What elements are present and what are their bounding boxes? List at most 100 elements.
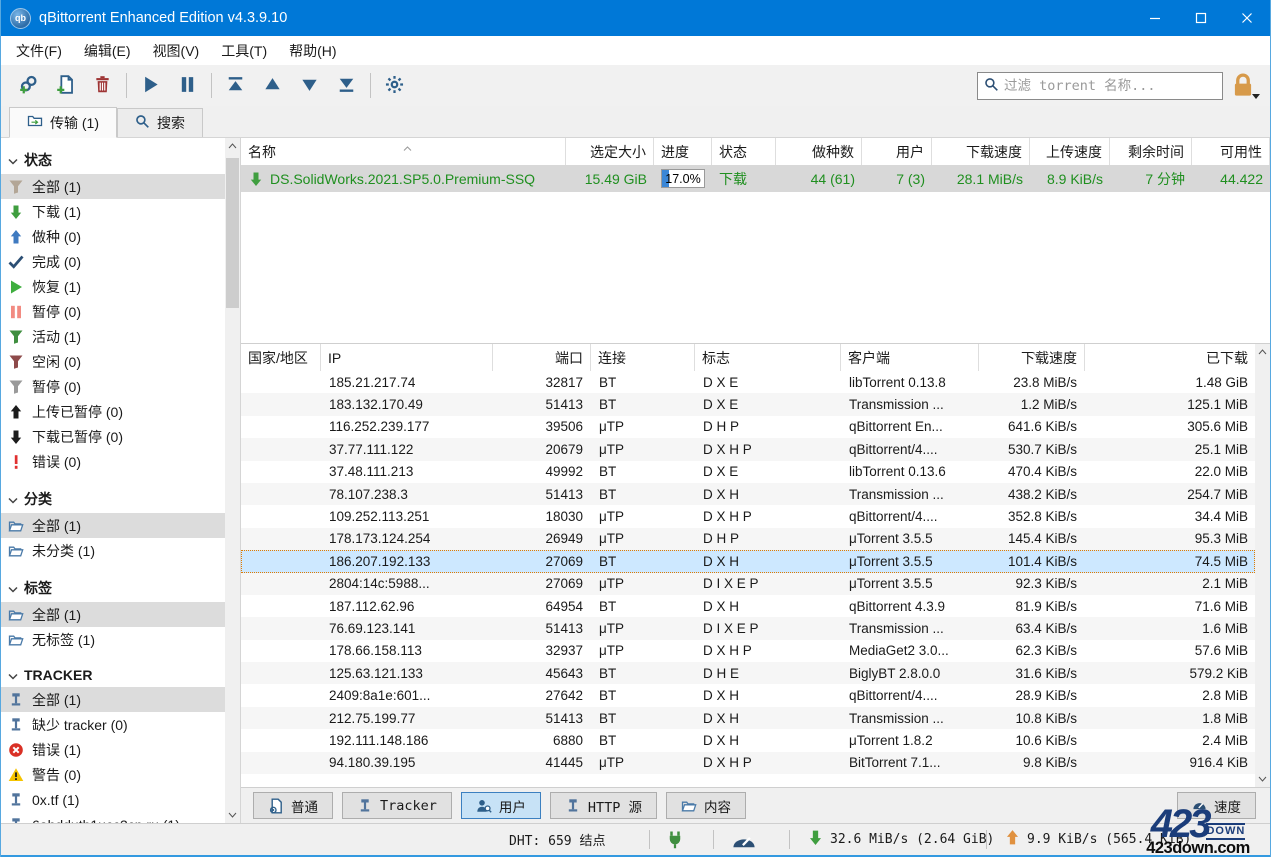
sidebar-scrollbar[interactable] — [225, 138, 240, 823]
peer-row[interactable]: 37.77.111.12220679μTPD X H PqBittorrent/… — [241, 438, 1255, 460]
sidebar-item-filter-active[interactable]: 活动 (1) — [1, 324, 226, 349]
menu-item-1[interactable]: 编辑(E) — [73, 37, 142, 65]
peer-row[interactable]: 186.207.192.13327069BTD X HμTorrent 3.5.… — [241, 550, 1255, 572]
move-down-button[interactable] — [291, 70, 328, 101]
sidebar-item-filter-paused[interactable]: 暂停 (0) — [1, 299, 226, 324]
sidebar-item-filter-completed[interactable]: 完成 (0) — [1, 249, 226, 274]
sidebar-item-filter-inactive[interactable]: 空闲 (0) — [1, 349, 226, 374]
peer-row[interactable]: 183.132.170.4951413BTD X ETransmission .… — [241, 393, 1255, 415]
sidebar-item-filter-stalled-downloading[interactable]: 下载已暂停 (0) — [1, 424, 226, 449]
peer-row[interactable]: 78.107.238.351413BTD X HTransmission ...… — [241, 483, 1255, 505]
sidebar-item-tracker-error[interactable]: 错误 (1) — [1, 737, 226, 762]
tab-general[interactable]: 普通 — [253, 792, 333, 819]
peer-scroll-down-icon[interactable] — [1255, 771, 1270, 787]
delete-button[interactable] — [84, 70, 121, 101]
pause-button[interactable] — [169, 70, 206, 101]
menu-item-0[interactable]: 文件(F) — [5, 37, 73, 65]
peer-scrollbar[interactable] — [1255, 344, 1270, 787]
tab-trackers[interactable]: Tracker — [342, 792, 452, 819]
sidebar-item-category-all[interactable]: 全部 (1) — [1, 513, 226, 538]
torrent-column-status[interactable]: 状态 — [712, 138, 776, 165]
peer-row[interactable]: 187.112.62.9664954BTD X HqBittorrent 4.3… — [241, 595, 1255, 617]
menu-item-2[interactable]: 视图(V) — [142, 37, 211, 65]
sidebar-item-tracker-trackerless[interactable]: 缺少 tracker (0) — [1, 712, 226, 737]
peer-row[interactable]: 2804:14c:5988...27069μTPD I X E PμTorren… — [241, 573, 1255, 595]
minimize-button[interactable] — [1132, 0, 1178, 36]
lock-button[interactable] — [1225, 70, 1261, 101]
peer-row[interactable]: 109.252.113.25118030μTPD X H PqBittorren… — [241, 505, 1255, 527]
torrent-column-avail[interactable]: 可用性 — [1192, 138, 1270, 165]
peer-row[interactable]: 37.48.111.21349992BTD X ElibTorrent 0.13… — [241, 461, 1255, 483]
resume-button[interactable] — [132, 70, 169, 101]
peer-scroll-up-icon[interactable] — [1255, 344, 1270, 360]
sidebar-scroll-thumb[interactable] — [226, 158, 239, 308]
connection-status-plug-icon[interactable] — [665, 824, 685, 855]
tab-search[interactable]: 搜索 — [117, 108, 203, 137]
options-button[interactable] — [376, 70, 413, 101]
add-torrent-link-button[interactable] — [10, 70, 47, 101]
add-torrent-file-button[interactable] — [47, 70, 84, 101]
tab-peers[interactable]: 用户 — [461, 792, 541, 819]
move-up-button[interactable] — [254, 70, 291, 101]
torrent-column-eta[interactable]: 剩余时间 — [1110, 138, 1192, 165]
peer-row[interactable]: 116.252.239.17739506μTPD H PqBittorrent … — [241, 416, 1255, 438]
menu-item-3[interactable]: 工具(T) — [210, 37, 278, 65]
peer-row[interactable]: 178.173.124.25426949μTPD H PμTorrent 3.5… — [241, 528, 1255, 550]
sidebar-section-tag-section[interactable]: 标签 — [1, 572, 226, 602]
titlebar[interactable]: qb qBittorrent Enhanced Edition v4.3.9.1… — [1, 0, 1270, 36]
peer-row[interactable]: 192.111.148.1866880BTD X HμTorrent 1.8.2… — [241, 729, 1255, 751]
scroll-down-icon[interactable] — [225, 807, 240, 823]
peer-row[interactable]: 185.21.217.7432817BTD X ElibTorrent 0.13… — [241, 371, 1255, 393]
alt-speed-gauge-icon[interactable] — [731, 824, 757, 855]
sidebar-item-filter-all[interactable]: 全部 (1) — [1, 174, 226, 199]
sidebar-section-category-section[interactable]: 分类 — [1, 483, 226, 513]
sidebar-item-filter-errored[interactable]: 错误 (0) — [1, 449, 226, 474]
torrent-filter-input[interactable] — [1004, 78, 1216, 94]
maximize-button[interactable] — [1178, 0, 1224, 36]
peer-row[interactable]: 94.180.39.19541445μTPD X H PBitTorrent 7… — [241, 752, 1255, 774]
peer-column-flags[interactable]: 标志 — [695, 344, 841, 371]
sidebar-item-tracker-0x-tf[interactable]: 0x.tf (1) — [1, 787, 226, 812]
tab-transfers[interactable]: 传输 (1) — [9, 107, 117, 138]
close-button[interactable] — [1224, 0, 1270, 36]
top-priority-button[interactable] — [217, 70, 254, 101]
scroll-up-icon[interactable] — [225, 138, 240, 154]
sidebar-section-tracker-section[interactable]: TRACKER — [1, 661, 226, 687]
torrent-column-dlspeed[interactable]: 下载速度 — [932, 138, 1030, 165]
peer-row[interactable]: 76.69.123.14151413μTPD I X E PTransmissi… — [241, 617, 1255, 639]
sidebar-item-tracker-all[interactable]: 全部 (1) — [1, 687, 226, 712]
sidebar-item-tracker-warning[interactable]: 警告 (0) — [1, 762, 226, 787]
bottom-priority-button[interactable] — [328, 70, 365, 101]
peer-column-conn[interactable]: 连接 — [591, 344, 695, 371]
torrent-column-upspeed[interactable]: 上传速度 — [1030, 138, 1110, 165]
torrent-column-seeds[interactable]: 做种数 — [776, 138, 862, 165]
sidebar-item-tag-all[interactable]: 全部 (1) — [1, 602, 226, 627]
peer-column-port[interactable]: 端口 — [493, 344, 591, 371]
sidebar-item-filter-seeding[interactable]: 做种 (0) — [1, 224, 226, 249]
peer-row[interactable]: 212.75.199.7751413BTD X HTransmission ..… — [241, 707, 1255, 729]
sidebar-item-category-uncategorized[interactable]: 未分类 (1) — [1, 538, 226, 563]
sidebar-item-filter-resumed[interactable]: 恢复 (1) — [1, 274, 226, 299]
sidebar-item-tracker-6ahddutb1ucc3cp-ru[interactable]: 6ahddutb1ucc3cp.ru (1) — [1, 812, 226, 823]
peer-row[interactable]: 178.66.158.11332937μTPD X H PMediaGet2 3… — [241, 640, 1255, 662]
torrent-column-progress[interactable]: 进度 — [654, 138, 712, 165]
menu-item-4[interactable]: 帮助(H) — [278, 37, 347, 65]
torrent-column-peers[interactable]: 用户 — [862, 138, 932, 165]
torrent-column-name[interactable]: 名称 — [241, 138, 566, 165]
peer-column-dlspeed[interactable]: 下载速度 — [979, 344, 1085, 371]
tab-content[interactable]: 内容 — [666, 792, 746, 819]
torrent-column-size[interactable]: 选定大小 — [566, 138, 654, 165]
peer-column-client[interactable]: 客户端 — [841, 344, 979, 371]
peer-row[interactable]: 2409:8a1e:601...27642BTD X HqBittorrent/… — [241, 684, 1255, 706]
sidebar-item-tag-untagged[interactable]: 无标签 (1) — [1, 627, 226, 652]
sidebar-item-filter-downloading[interactable]: 下载 (1) — [1, 199, 226, 224]
peer-column-ip[interactable]: IP — [321, 344, 493, 371]
peer-row[interactable]: 125.63.121.13345643BTD H EBiglyBT 2.8.0.… — [241, 662, 1255, 684]
peer-column-country[interactable]: 国家/地区 — [241, 344, 321, 371]
sidebar-section-status-section[interactable]: 状态 — [1, 144, 226, 174]
torrent-row[interactable]: DS.SolidWorks.2021.SP5.0.Premium-SSQ15.4… — [241, 165, 1270, 192]
sidebar-item-filter-stalled-uploading[interactable]: 上传已暂停 (0) — [1, 399, 226, 424]
sidebar-item-filter-stalled[interactable]: 暂停 (0) — [1, 374, 226, 399]
peer-column-downloaded[interactable]: 已下载 — [1085, 344, 1256, 371]
tab-http-sources[interactable]: HTTP 源 — [550, 792, 657, 819]
